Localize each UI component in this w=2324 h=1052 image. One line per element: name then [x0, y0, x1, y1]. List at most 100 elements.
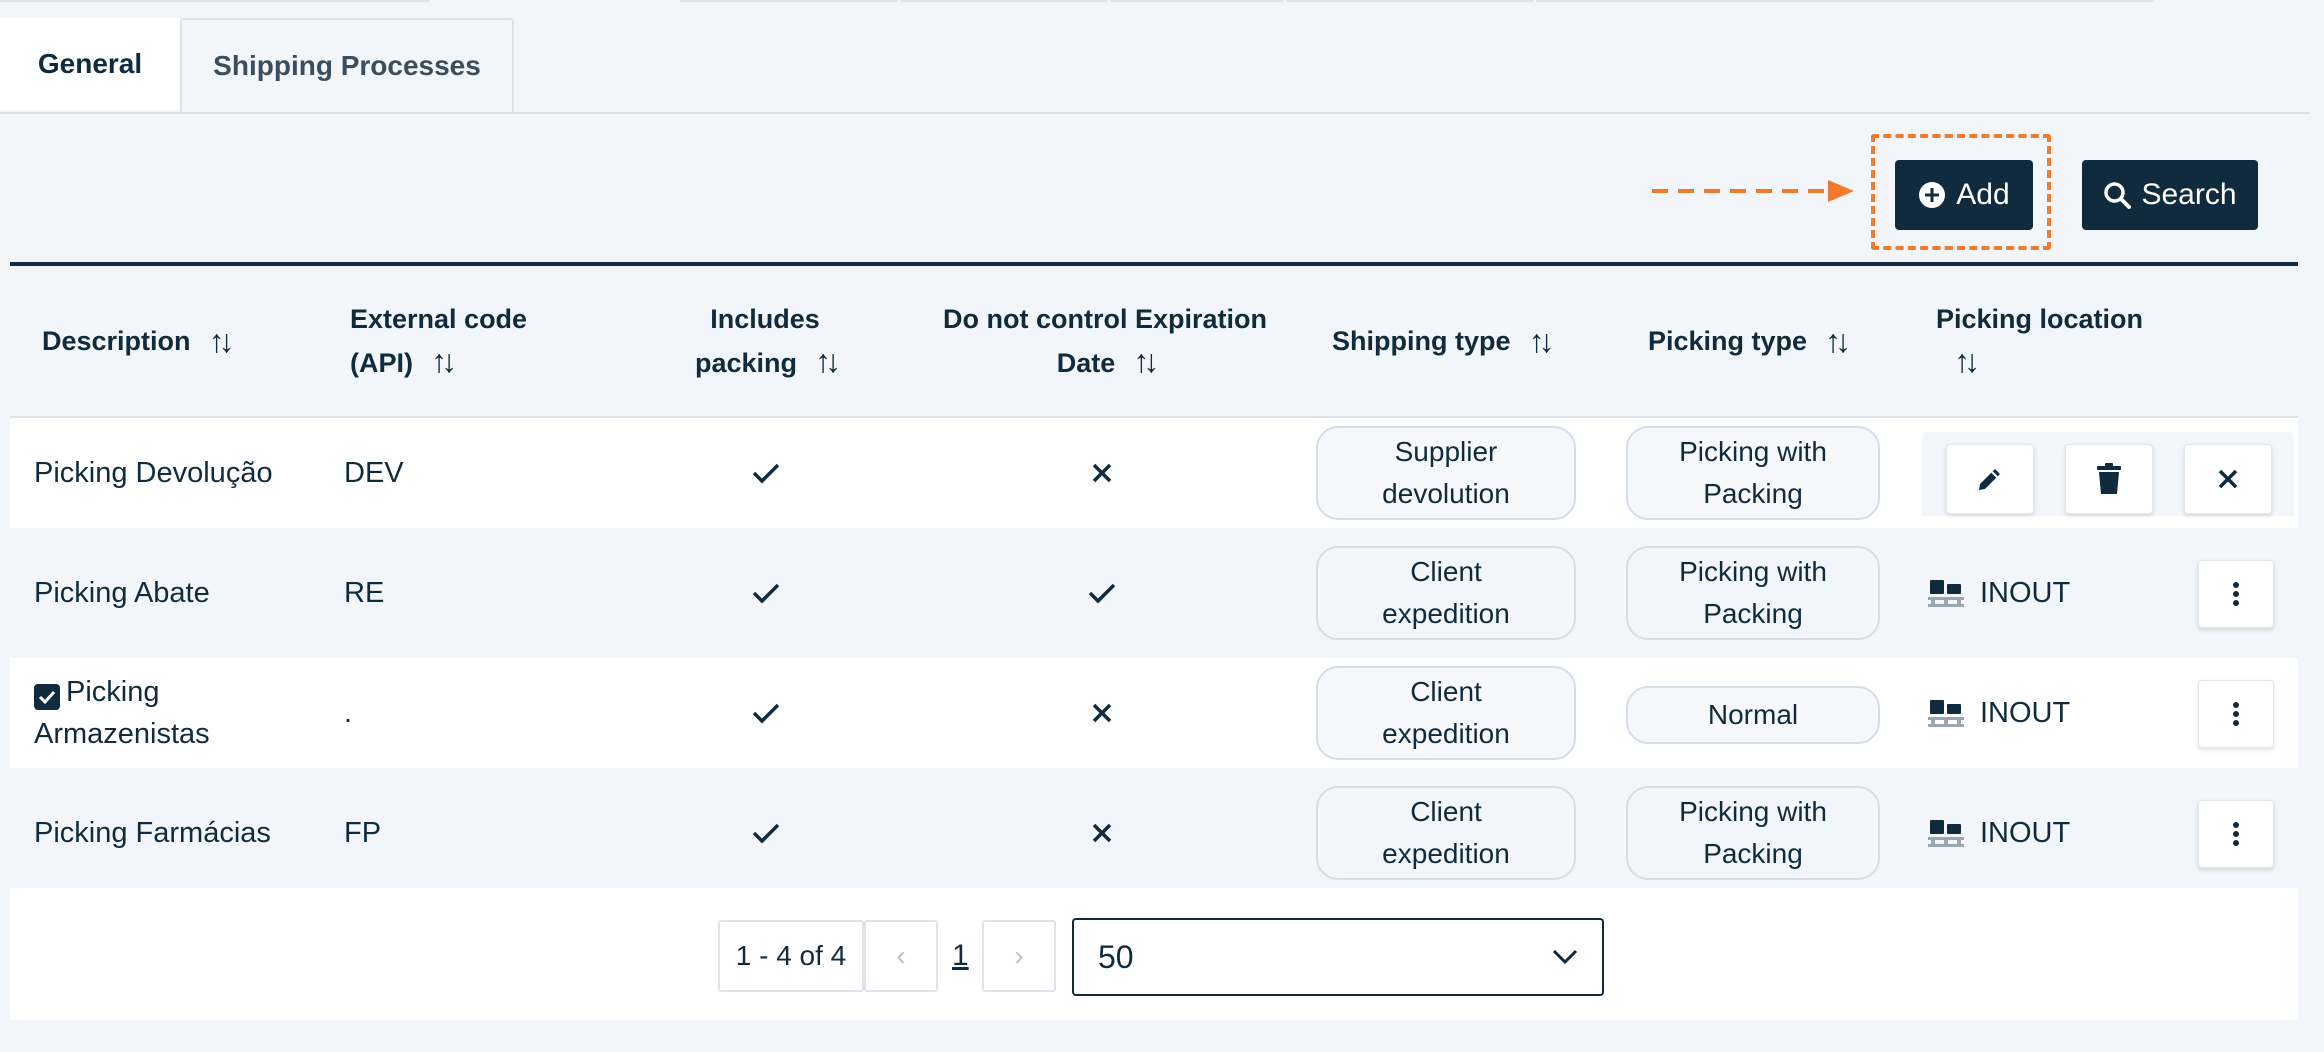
- table-header: Description ↑↓ External code (API) ↑↓ Incl…: [10, 266, 2298, 418]
- table-row[interactable]: Picking Armazenistas . Client expedition …: [10, 658, 2298, 768]
- previous-page-button[interactable]: ‹: [864, 920, 938, 992]
- add-button[interactable]: Add: [1895, 160, 2033, 230]
- plus-circle-icon: [1919, 182, 1946, 208]
- column-header-shipping-type[interactable]: Shipping type ↑↓: [1332, 266, 1555, 416]
- picking-type-pill: Picking with Packing: [1626, 426, 1880, 520]
- picking-type-pill: Normal: [1626, 686, 1880, 744]
- header-label: Do not control Expiration: [943, 304, 1267, 334]
- tab-general[interactable]: General: [0, 18, 180, 110]
- warehouse-pallet-icon: [1928, 580, 1964, 607]
- pill-line: expedition: [1382, 838, 1510, 869]
- check-icon: [716, 778, 816, 888]
- chevron-down-icon: [1552, 949, 1578, 965]
- shipping-type-pill: Supplier devolution: [1316, 426, 1576, 520]
- column-header-picking-location[interactable]: Picking location ↑↓: [1936, 266, 2143, 416]
- close-icon: [2218, 469, 2238, 489]
- check-icon: [716, 538, 816, 648]
- cell-external-code: .: [344, 697, 353, 729]
- pill-line: Picking with: [1679, 796, 1827, 827]
- sort-icon[interactable]: ↑↓: [815, 343, 841, 379]
- warehouse-pallet-icon: [1928, 700, 1964, 727]
- column-header-includes-packing[interactable]: Includes packing ↑↓: [670, 266, 860, 416]
- pencil-icon: [1979, 469, 2000, 490]
- header-label: Date: [1056, 348, 1116, 378]
- pill-line: Client: [1410, 676, 1482, 707]
- sort-icon[interactable]: ↑↓: [1825, 320, 1851, 362]
- pill-line: devolution: [1382, 478, 1510, 509]
- row-menu-button[interactable]: [2198, 560, 2274, 628]
- table-row[interactable]: Picking Farmácias FP Client expedition Pi…: [10, 778, 2298, 888]
- header-label: Description: [42, 326, 191, 356]
- picking-location: INOUT: [1928, 658, 2070, 768]
- cell-external-code: RE: [344, 577, 385, 609]
- header-label: Picking type: [1648, 326, 1808, 356]
- check-icon: [716, 658, 816, 768]
- sort-icon[interactable]: ↑↓: [1133, 343, 1159, 379]
- row-menu-button[interactable]: [2198, 680, 2274, 748]
- table-row[interactable]: Picking Abate RE Client expedition Pickin…: [10, 538, 2298, 648]
- page-number-link[interactable]: 1: [952, 920, 969, 992]
- pill-line: Picking with: [1679, 436, 1827, 467]
- sort-icon[interactable]: ↑↓: [209, 320, 235, 362]
- pill-line: expedition: [1382, 598, 1510, 629]
- column-header-description[interactable]: Description ↑↓: [42, 266, 235, 416]
- pill-line: Packing: [1703, 838, 1803, 869]
- cell-external-code: FP: [344, 817, 382, 849]
- cross-icon: [1052, 418, 1152, 528]
- cancel-edit-button[interactable]: [2184, 444, 2272, 514]
- checkbox-checked-icon[interactable]: [34, 684, 60, 710]
- description-line: Picking: [66, 676, 160, 708]
- header-label: packing: [694, 348, 798, 378]
- sort-icon[interactable]: ↑↓: [1954, 343, 1980, 379]
- pill-line: Picking with: [1679, 556, 1827, 587]
- page-size-select[interactable]: 50: [1072, 918, 1604, 996]
- column-header-picking-type[interactable]: Picking type ↑↓: [1648, 266, 1851, 416]
- table-row[interactable]: Picking Devolução DEV Supplier devolution…: [10, 418, 2298, 528]
- header-label: External code: [350, 304, 528, 334]
- delete-button[interactable]: [2065, 444, 2153, 514]
- picking-location: INOUT: [1928, 538, 2070, 648]
- pill-line: Packing: [1703, 478, 1803, 509]
- header-label: Picking location: [1936, 304, 2144, 334]
- header-label: Shipping type: [1332, 326, 1511, 356]
- tab-shipping-processes[interactable]: Shipping Processes: [180, 18, 514, 112]
- picking-type-pill: Picking with Packing: [1626, 546, 1880, 640]
- more-vertical-icon: [2233, 702, 2239, 726]
- cross-icon: [1052, 778, 1152, 888]
- page-size-value: 50: [1098, 938, 1134, 975]
- cross-icon: [1052, 658, 1152, 768]
- edit-button[interactable]: [1946, 444, 2034, 514]
- cell-description: Picking Abate: [34, 577, 210, 609]
- cell-description: Picking Devolução: [34, 457, 273, 489]
- more-vertical-icon: [2233, 822, 2239, 846]
- next-page-button[interactable]: ›: [982, 920, 1056, 992]
- cell-description: Picking Armazenistas: [34, 658, 210, 768]
- more-vertical-icon: [2233, 582, 2239, 606]
- picking-location-label: INOUT: [1980, 816, 2071, 849]
- pagination-range: 1 - 4 of 4: [718, 920, 864, 992]
- picking-location-label: INOUT: [1980, 696, 2071, 729]
- search-icon: [2104, 182, 2132, 209]
- column-header-no-expiration-control[interactable]: Do not control Expiration Date ↑↓: [910, 266, 1300, 416]
- pagination-bar: 1 - 4 of 4 ‹ 1 › 50: [10, 888, 2298, 1020]
- pill-line: expedition: [1382, 718, 1510, 749]
- description-line: Armazenistas: [34, 718, 210, 750]
- sort-icon[interactable]: ↑↓: [431, 343, 457, 379]
- shipping-processes-table: Description ↑↓ External code (API) ↑↓ Incl…: [10, 262, 2298, 1020]
- search-button-label: Search: [2141, 178, 2237, 211]
- tab-bar: General Shipping Processes: [0, 18, 2310, 114]
- cell-external-code: DEV: [344, 457, 404, 489]
- top-divider-lines: [0, 0, 2324, 3]
- trash-icon: [2097, 463, 2121, 494]
- header-label: (API): [350, 348, 413, 378]
- column-header-external-code[interactable]: External code (API) ↑↓: [350, 266, 527, 416]
- header-label: Includes: [710, 304, 820, 334]
- picking-type-pill: Picking with Packing: [1626, 786, 1880, 880]
- pill-line: Supplier: [1394, 436, 1498, 467]
- row-menu-button[interactable]: [2198, 800, 2274, 868]
- search-button[interactable]: Search: [2082, 160, 2258, 230]
- picking-location: INOUT: [1928, 778, 2070, 888]
- sort-icon[interactable]: ↑↓: [1529, 320, 1555, 362]
- check-icon: [1052, 538, 1152, 648]
- arrow-pointer-icon: [1652, 180, 1854, 202]
